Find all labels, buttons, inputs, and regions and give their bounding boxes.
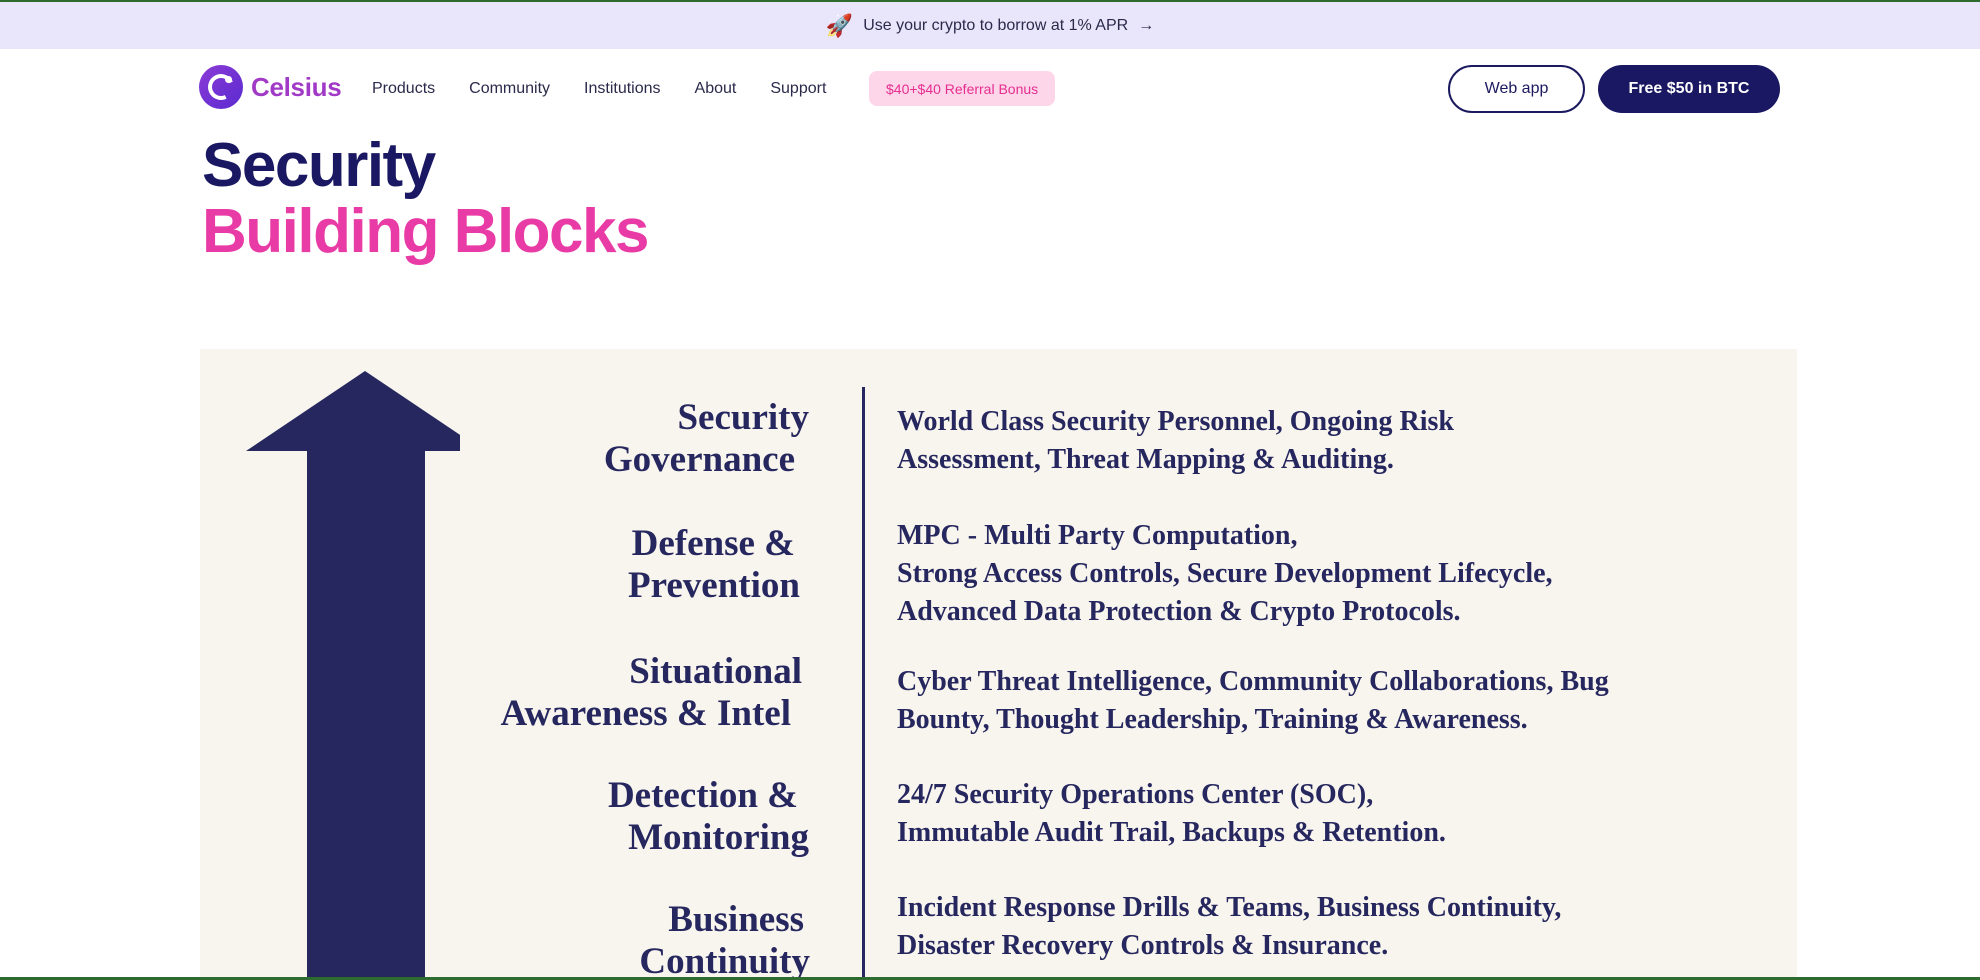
block-desc-line: Assessment, Threat Mapping & Auditing. <box>897 444 1394 475</box>
page-title: Security Building Blocks <box>202 131 649 266</box>
nav-item-institutions[interactable]: Institutions <box>584 80 660 98</box>
block-desc-line: MPC - Multi Party Computation, <box>897 520 1298 551</box>
web-app-button[interactable]: Web app <box>1448 65 1585 113</box>
promo-banner[interactable]: 🚀 Use your crypto to borrow at 1% APR → <box>0 2 1980 49</box>
block-desc-situational-awareness: Cyber Threat Intelligence, Community Col… <box>897 663 1609 739</box>
block-label-line: Monitoring <box>628 817 809 858</box>
block-desc-line: Strong Access Controls, Secure Developme… <box>897 558 1553 589</box>
rocket-icon: 🚀 <box>825 12 854 38</box>
celsius-logo-icon <box>199 65 243 109</box>
block-label-line: Awareness & Intel <box>500 693 792 734</box>
block-desc-detection-monitoring: 24/7 Security Operations Center (SOC), I… <box>897 776 1446 852</box>
block-label-detection-monitoring: Detection & Monitoring <box>608 775 809 859</box>
block-label-line: Situational <box>629 651 802 692</box>
block-label-line: Detection & <box>607 775 798 816</box>
block-desc-line: 24/7 Security Operations Center (SOC), <box>897 779 1374 810</box>
block-label-defense-prevention: Defense & Prevention <box>628 523 800 607</box>
nav-item-products[interactable]: Products <box>372 80 435 98</box>
nav-item-support[interactable]: Support <box>770 80 826 98</box>
celsius-logo[interactable]: Celsius <box>199 65 342 109</box>
block-desc-line: Incident Response Drills & Teams, Busine… <box>897 892 1562 923</box>
block-label-line: Prevention <box>628 565 800 606</box>
block-desc-line: Advanced Data Protection & Crypto Protoc… <box>897 596 1461 627</box>
page-title-line-2: Building Blocks <box>202 197 649 266</box>
referral-bonus-link[interactable]: $40+$40 Referral Bonus <box>869 71 1056 106</box>
block-desc-line: Disaster Recovery Controls & Insurance. <box>897 930 1389 961</box>
nav-links: Products Community Institutions About Su… <box>372 80 826 98</box>
navbar: Celsius Products Community Institutions … <box>0 49 1980 129</box>
block-desc-security-governance: World Class Security Personnel, Ongoing … <box>897 403 1454 479</box>
nav-item-community[interactable]: Community <box>469 80 550 98</box>
block-desc-line: Bounty, Thought Leadership, Training & A… <box>897 704 1528 735</box>
block-label-situational-awareness: Situational Awareness & Intel <box>501 651 803 735</box>
block-label-security-governance: Security Governance <box>604 397 809 481</box>
block-desc-defense-prevention: MPC - Multi Party Computation, Strong Ac… <box>897 517 1553 631</box>
block-label-line: Business <box>668 899 804 940</box>
logo-text: Celsius <box>251 71 342 102</box>
block-label-business-continuity: Business Continuity <box>639 899 810 980</box>
block-desc-business-continuity: Incident Response Drills & Teams, Busine… <box>897 889 1561 965</box>
arrow-right-icon: → <box>1138 16 1155 34</box>
promo-text[interactable]: Use your crypto to borrow at 1% APR <box>863 17 1128 35</box>
block-label-line: Defense & <box>631 523 795 564</box>
block-desc-line: World Class Security Personnel, Ongoing … <box>897 406 1454 437</box>
page-title-line-1: Security <box>202 131 436 200</box>
security-blocks-graphic: Security Governance World Class Security… <box>200 349 1797 980</box>
block-label-line: Security <box>677 397 809 438</box>
divider-line <box>862 387 865 980</box>
nav-item-about[interactable]: About <box>695 80 737 98</box>
up-arrow-icon <box>246 371 460 980</box>
block-desc-line: Immutable Audit Trail, Backups & Retenti… <box>897 817 1446 848</box>
block-label-line: Continuity <box>639 941 810 980</box>
block-desc-line: Cyber Threat Intelligence, Community Col… <box>897 666 1609 697</box>
block-label-line: Governance <box>603 439 795 480</box>
free-btc-button[interactable]: Free $50 in BTC <box>1598 65 1780 113</box>
